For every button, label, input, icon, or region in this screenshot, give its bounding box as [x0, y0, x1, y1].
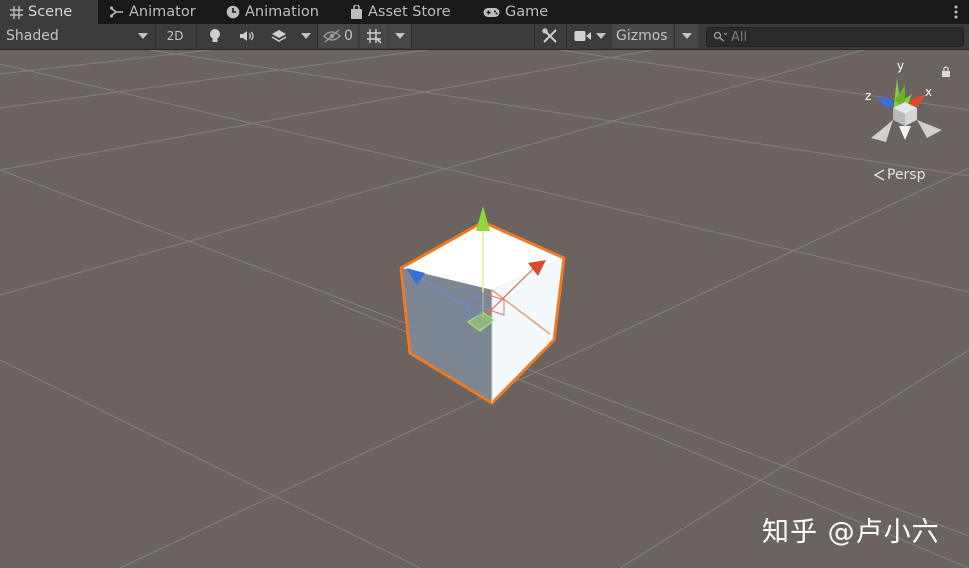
clock-icon [226, 5, 240, 19]
search-field[interactable] [706, 27, 964, 47]
neg-y-cone-icon[interactable] [899, 126, 911, 140]
hidden-object-count: 0 [344, 28, 353, 44]
tab-animation[interactable]: Animation [226, 0, 319, 24]
tab-bar: Scene Animator Animation Asset Store Gam… [0, 0, 969, 24]
lightbulb-icon [210, 29, 220, 42]
lock-icon[interactable] [941, 66, 951, 77]
divider [196, 24, 197, 48]
audio-toggle-button[interactable] [233, 24, 261, 48]
gizmo-label-y: y [897, 59, 904, 73]
effects-dropdown[interactable] [296, 24, 316, 48]
gizmos-button[interactable]: Gizmos [612, 24, 698, 48]
scene-viewport[interactable]: y z x Persp 知乎 @卢小六 [0, 50, 969, 568]
gizmo-label-z: z [865, 89, 871, 103]
chevron-left-icon [873, 169, 885, 181]
animator-icon [110, 6, 123, 18]
chevron-down-icon [301, 33, 311, 39]
divider [411, 24, 412, 48]
lighting-toggle-button[interactable] [201, 24, 229, 48]
orientation-gizmo[interactable]: y z x [865, 59, 942, 142]
gizmos-dropdown-icon[interactable] [682, 33, 692, 39]
scene-canvas[interactable]: y z x [0, 50, 969, 568]
tab-label: Scene [28, 4, 73, 20]
grid-icon [10, 5, 23, 19]
tab-scene[interactable]: Scene [0, 0, 98, 24]
tab-label: Game [505, 4, 549, 20]
tab-animator[interactable]: Animator [110, 0, 196, 24]
tab-label: Asset Store [368, 4, 451, 20]
tab-asset-store[interactable]: Asset Store [350, 0, 451, 24]
component-tools-button[interactable] [538, 24, 562, 48]
divider [534, 24, 535, 48]
y-axis-arrow-icon[interactable] [476, 206, 490, 231]
chevron-down-icon [138, 33, 148, 39]
projection-label: Persp [887, 167, 926, 183]
toggle-2d-button[interactable]: 2D [160, 24, 190, 48]
grid-toggle-button[interactable] [360, 24, 388, 48]
search-icon [713, 31, 727, 42]
cube-left-face [401, 268, 492, 403]
hidden-eye-icon [323, 29, 341, 43]
shading-mode-dropdown[interactable]: Shaded [0, 24, 154, 48]
neg-x-cone-icon[interactable] [871, 120, 893, 142]
effects-toggle-button[interactable] [266, 24, 292, 48]
divider [155, 24, 156, 48]
scene-visibility-toggle[interactable]: 0 [318, 24, 358, 48]
gizmo-label-x: x [925, 85, 932, 99]
shading-mode-label: Shaded [6, 28, 59, 44]
toggle-2d-label: 2D [166, 29, 184, 43]
store-bag-icon [351, 5, 362, 19]
camera-settings-button[interactable] [570, 24, 610, 48]
scene-toolbar: Shaded 2D 0 Gizmos All [0, 24, 969, 50]
unity-scene-window: Scene Animator Animation Asset Store Gam… [0, 0, 969, 568]
grid-snap-icon [367, 29, 382, 44]
gizmos-label: Gizmos [616, 28, 668, 44]
speaker-icon [240, 31, 254, 41]
layers-icon [271, 30, 287, 42]
gamepad-icon [483, 7, 500, 17]
watermark-text: 知乎 @卢小六 [762, 517, 940, 548]
chevron-down-icon [596, 33, 606, 39]
more-menu-icon[interactable] [953, 4, 959, 20]
divider [566, 24, 567, 48]
camera-icon [574, 31, 591, 41]
tab-label: Animator [129, 4, 196, 20]
chevron-down-icon [395, 33, 405, 39]
divider [674, 24, 675, 48]
search-input[interactable] [727, 29, 951, 45]
projection-toggle[interactable]: Persp [873, 167, 926, 183]
grid-dropdown[interactable] [389, 24, 411, 48]
tools-icon [542, 28, 557, 43]
tab-label: Animation [245, 4, 319, 20]
neg-z-cone-icon[interactable] [917, 120, 942, 138]
tab-game[interactable]: Game [483, 0, 548, 24]
